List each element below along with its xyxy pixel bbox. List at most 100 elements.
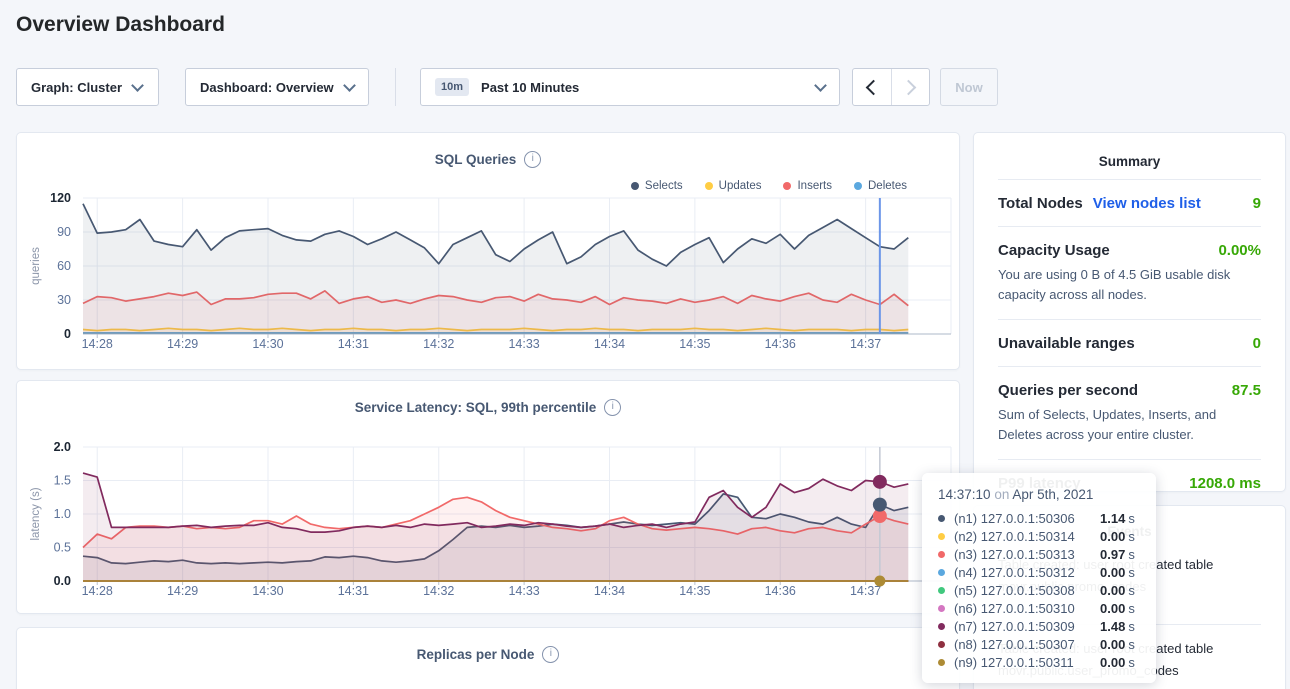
tooltip-node-name: (n3) 127.0.0.1:50313 — [954, 547, 1100, 562]
tooltip-node-name: (n2) 127.0.0.1:50314 — [954, 529, 1100, 544]
capacity-usage-row: Capacity Usage 0.00% You are using 0 B o… — [998, 226, 1261, 319]
svg-text:queries: queries — [30, 247, 42, 285]
overview-dashboard-page: Overview Dashboard Graph: Cluster Dashbo… — [0, 0, 1290, 689]
svg-text:14:29: 14:29 — [167, 337, 198, 351]
tooltip-node-unit: s — [1128, 655, 1135, 670]
svg-text:0.0: 0.0 — [54, 574, 71, 588]
unavailable-ranges-label: Unavailable ranges — [998, 335, 1135, 352]
queries-per-second-row: Queries per second 87.5 Sum of Selects, … — [998, 366, 1261, 459]
tooltip-node-value: 0.00 — [1100, 637, 1125, 652]
unavailable-ranges-row: Unavailable ranges 0 — [998, 319, 1261, 366]
info-icon[interactable] — [542, 646, 559, 663]
tooltip-node-name: (n9) 127.0.0.1:50311 — [954, 655, 1100, 670]
svg-text:14:34: 14:34 — [594, 337, 625, 351]
tooltip-node-unit: s — [1128, 601, 1135, 616]
service-latency-chart[interactable]: 14:2814:2914:3014:3114:3214:3314:3414:35… — [17, 381, 959, 613]
svg-text:14:30: 14:30 — [252, 337, 283, 351]
dashboard-dropdown-label: Dashboard: Overview — [200, 80, 334, 95]
chart-title: Replicas per Node — [17, 628, 959, 663]
series-dot-icon — [938, 569, 945, 576]
time-prev-button[interactable] — [853, 69, 891, 105]
capacity-usage-value: 0.00% — [1218, 242, 1261, 259]
tooltip-node-unit: s — [1128, 637, 1135, 652]
svg-text:14:32: 14:32 — [423, 337, 454, 351]
tooltip-row: (n5) 127.0.0.1:503080.00s — [938, 581, 1142, 599]
graph-dropdown[interactable]: Graph: Cluster — [16, 68, 159, 106]
graph-dropdown-label: Graph: Cluster — [31, 80, 122, 95]
time-pager — [852, 68, 930, 106]
svg-text:60: 60 — [57, 259, 71, 273]
svg-text:14:33: 14:33 — [508, 337, 539, 351]
summary-title: Summary — [998, 133, 1261, 179]
tooltip-node-value: 0.00 — [1100, 655, 1125, 670]
svg-text:1.0: 1.0 — [54, 507, 71, 521]
queries-per-second-label: Queries per second — [998, 382, 1138, 399]
dashboard-dropdown[interactable]: Dashboard: Overview — [185, 68, 369, 106]
tooltip-node-name: (n5) 127.0.0.1:50308 — [954, 583, 1100, 598]
chevron-left-icon — [865, 79, 881, 95]
tooltip-node-name: (n8) 127.0.0.1:50307 — [954, 637, 1100, 652]
tooltip-time: 14:37:10 — [938, 487, 991, 502]
time-range-label: Past 10 Minutes — [481, 80, 579, 95]
svg-text:0: 0 — [64, 327, 71, 341]
time-range-badge: 10m — [435, 78, 469, 96]
svg-text:14:30: 14:30 — [252, 584, 283, 598]
sql-queries-chart[interactable]: 14:28 14:29 14:30 14:31 14:32 14:33 14:34 14:35… — [17, 133, 959, 368]
tooltip-node-unit: s — [1128, 619, 1135, 634]
svg-text:14:31: 14:31 — [338, 584, 369, 598]
tooltip-node-value: 0.00 — [1100, 529, 1125, 544]
tooltip-node-unit: s — [1128, 529, 1135, 544]
series-dot-icon — [938, 623, 945, 630]
svg-text:14:28: 14:28 — [82, 584, 113, 598]
tooltip-preposition: on — [994, 487, 1009, 502]
svg-text:14:28: 14:28 — [82, 337, 113, 351]
tooltip-row: (n9) 127.0.0.1:503110.00s — [938, 653, 1142, 671]
chevron-right-icon — [901, 79, 917, 95]
series-dot-icon — [938, 515, 945, 522]
svg-text:14:37: 14:37 — [850, 584, 881, 598]
tooltip-node-value: 1.48 — [1100, 619, 1125, 634]
svg-text:latency (s): latency (s) — [30, 487, 42, 540]
svg-text:14:34: 14:34 — [594, 584, 625, 598]
replicas-per-node-panel: Replicas per Node — [16, 627, 960, 689]
svg-text:14:31: 14:31 — [338, 337, 369, 351]
svg-text:14:35: 14:35 — [679, 337, 710, 351]
tooltip-row: (n8) 127.0.0.1:503070.00s — [938, 635, 1142, 653]
svg-text:30: 30 — [57, 293, 71, 307]
series-dot-icon — [938, 659, 945, 666]
tooltip-row: (n4) 127.0.0.1:503120.00s — [938, 563, 1142, 581]
chevron-down-icon — [131, 79, 144, 92]
tooltip-node-value: 0.97 — [1100, 547, 1125, 562]
svg-text:14:29: 14:29 — [167, 584, 198, 598]
tooltip-node-unit: s — [1128, 511, 1135, 526]
svg-text:14:36: 14:36 — [765, 337, 796, 351]
tooltip-node-unit: s — [1128, 547, 1135, 562]
capacity-usage-label: Capacity Usage — [998, 242, 1110, 259]
svg-text:14:37: 14:37 — [850, 337, 881, 351]
series-dot-icon — [938, 587, 945, 594]
tooltip-node-unit: s — [1128, 583, 1135, 598]
sql-queries-panel: SQL Queries SelectsUpdatesInsertsDeletes… — [16, 132, 960, 370]
time-next-button[interactable] — [891, 69, 930, 105]
service-latency-panel: Service Latency: SQL, 99th percentile 14… — [16, 380, 960, 614]
series-dot-icon — [938, 605, 945, 612]
view-nodes-link[interactable]: View nodes list — [1093, 195, 1201, 212]
toolbar: Graph: Cluster Dashboard: Overview 10m P… — [16, 68, 1276, 106]
tooltip-node-value: 1.14 — [1100, 511, 1125, 526]
chevron-down-icon — [814, 79, 827, 92]
tooltip-row: (n3) 127.0.0.1:503130.97s — [938, 545, 1142, 563]
svg-text:120: 120 — [50, 191, 71, 205]
time-range-picker[interactable]: 10m Past 10 Minutes — [420, 68, 840, 106]
tooltip-node-unit: s — [1128, 565, 1135, 580]
toolbar-divider — [395, 68, 396, 106]
tooltip-row: (n7) 127.0.0.1:503091.48s — [938, 617, 1142, 635]
chart-tooltip: 14:37:10 on Apr 5th, 2021 (n1) 127.0.0.1… — [922, 473, 1156, 683]
series-dot-icon — [938, 641, 945, 648]
now-button[interactable]: Now — [940, 68, 998, 106]
total-nodes-label: Total Nodes — [998, 195, 1083, 212]
summary-panel: Summary Total Nodes View nodes list 9 Ca… — [973, 132, 1286, 492]
svg-text:90: 90 — [57, 225, 71, 239]
tooltip-node-value: 0.00 — [1100, 583, 1125, 598]
tooltip-rows: (n1) 127.0.0.1:503061.14s(n2) 127.0.0.1:… — [938, 509, 1142, 671]
tooltip-date: Apr 5th, 2021 — [1012, 487, 1093, 502]
